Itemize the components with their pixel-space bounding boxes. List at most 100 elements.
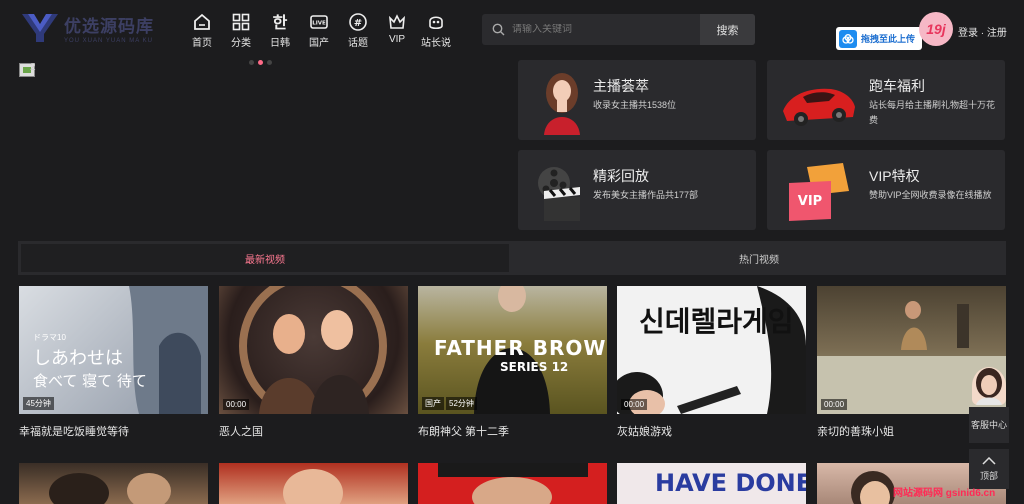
card-title: 主播荟萃 [593,78,649,94]
poster-text: SERIES 12 [500,360,569,374]
card-desc: 收录女主播共1538位 [593,100,677,110]
carousel-dots [249,60,276,65]
movie-poster-image [438,463,588,504]
duration-badge: 00:00 [821,399,848,410]
logo-icon [20,12,60,44]
logo-name: 优选源码库 [64,17,154,37]
home-icon [194,13,210,30]
video-thumbnail[interactable]: 신데렐라게임 00:00 [617,286,806,414]
card-title: VIP特权 [869,168,920,184]
video-title[interactable]: 幸福就是吃饭睡觉等待 [19,423,208,439]
card-desc: 发布美女主播作品共177部 [593,190,699,200]
svg-text:#: # [354,18,362,29]
nav-item-vip[interactable]: VIP [378,12,416,49]
sports-car-image [783,88,855,126]
card-title: 精彩回放 [593,168,649,184]
crown-icon [388,14,406,29]
carousel-dot[interactable] [267,60,272,65]
smile-face-icon [429,16,443,30]
category-grid-icon [232,13,250,31]
video-thumbnail[interactable] [19,463,208,504]
service-label: 客服中心 [969,407,1009,443]
site-logo[interactable]: 优选源码库 YOU XUAN YUAN MA KU [20,10,154,46]
poster-text: HAVE DONE [655,469,806,497]
carousel-dot-active[interactable] [258,60,263,65]
nav-item-topics[interactable]: # 话题 [339,12,377,49]
nav-item-webmaster[interactable]: 站长说 [417,12,455,49]
banner-carousel[interactable]: 2 [18,60,510,232]
customer-service[interactable]: 客服中心 [969,365,1009,443]
header: 优选源码库 YOU XUAN YUAN MA KU 首页 分类 한 日韩 LIV… [0,0,1024,58]
tab-popular[interactable]: 热门视频 [515,244,1003,272]
duration-badge: 00:00 [223,399,250,410]
vip-ticket-image: VIP [789,163,849,221]
nav-label: 站长说 [421,38,451,49]
avatar[interactable]: 19j [919,12,953,46]
search-icon [492,23,505,36]
video-card[interactable]: 신데렐라게임 00:00 灰姑娘游戏 [617,286,806,439]
search-bar: 搜索 [482,14,755,45]
nav-label: 话题 [348,38,368,49]
login-register-link[interactable]: 登录 · 注册 [958,24,1007,39]
video-thumbnail[interactable]: FATHER BROWN SERIES 12 国产 52分钟 [418,286,607,414]
video-card[interactable]: FATHER BROWN SERIES 12 国产 52分钟 布朗神父 第十二季 [418,286,607,439]
nav-label: VIP [388,34,406,45]
poster-text: しあわせは [33,348,123,369]
duration-badge: 45分钟 [23,397,54,410]
video-title[interactable]: 恶人之国 [219,423,408,439]
card-title: 跑车福利 [869,78,925,94]
movie-poster-image [49,473,171,504]
svg-text:LIVE: LIVE [312,21,326,27]
watermark: 网站源码网 gsinid6.cn [893,488,996,499]
upload-label: 拖拽至此上传 [861,34,916,44]
poster-text: ドラマ10 [33,333,66,342]
upload-button[interactable]: 拖拽至此上传 [836,27,922,50]
search-button[interactable]: 搜索 [700,14,755,45]
duration-badge: 52分钟 [446,397,477,410]
poster-text: FATHER BROWN [434,336,607,360]
feature-card-hosts[interactable]: 主播荟萃 收录女主播共1538位 [518,60,756,140]
korean-char-icon: 한 [273,13,288,32]
nav-item-category[interactable]: 分类 [222,12,260,49]
movie-poster-image [283,469,343,504]
hashtag-icon: # [349,13,367,31]
feature-card-supercar[interactable]: 跑车福利 站长每月给主播刷礼物超十万花费 [767,60,1005,140]
nav-item-home[interactable]: 首页 [183,12,221,49]
video-thumbnail[interactable] [418,463,607,504]
host-girl-image [544,73,580,135]
main-nav: 首页 分类 한 日韩 LIVE 国产 # 话题 VIP 站长说 [183,12,456,49]
service-agent-avatar [972,367,1006,405]
search-input[interactable] [512,24,692,35]
banner-image-alt: 2 [30,62,36,73]
feature-card-replay[interactable]: 精彩回放 发布美女主播作品共177部 [518,150,756,230]
nav-label: 日韩 [270,38,290,49]
feature-card-vip[interactable]: VIP VIP特权 赞助VIP全网收费录像在线播放 [767,150,1005,230]
nav-item-domestic[interactable]: LIVE 国产 [300,12,338,49]
duration-badge: 00:00 [621,399,648,410]
film-reel-clapper-image [538,167,580,221]
poster-text: 신데렐라게임 [639,305,794,338]
cloud-upload-icon [839,29,857,48]
video-title[interactable]: 布朗神父 第十二季 [418,423,607,439]
video-thumbnail[interactable]: 00:00 [219,286,408,414]
back-to-top-label: 顶部 [979,470,998,481]
nav-label: 分类 [231,38,251,49]
movie-poster-image [239,286,387,414]
video-title[interactable]: 灰姑娘游戏 [617,423,806,439]
region-badge: 国产 [422,397,444,410]
video-card[interactable]: ドラマ10 しあわせは 食べて 寝て 待て 45分钟 幸福就是吃饭睡觉等待 [19,286,208,439]
video-card[interactable]: 00:00 恶人之国 [219,286,408,439]
video-thumbnail[interactable]: HAVE DONE [617,463,806,504]
poster-text: 食べて 寝て 待て [33,372,147,390]
svg-text:VIP: VIP [798,194,822,209]
video-thumbnail[interactable]: ドラマ10 しあわせは 食べて 寝て 待て 45分钟 [19,286,208,414]
chevron-up-icon [982,456,996,465]
nav-item-jpkr[interactable]: 한 日韩 [261,12,299,49]
card-desc: 赞助VIP全网收费录像在线播放 [869,190,992,200]
video-tabs: 最新视频 热门视频 [18,241,1006,275]
tab-latest[interactable]: 最新视频 [21,244,509,272]
carousel-dot[interactable] [249,60,254,65]
svg-text:한: 한 [273,13,288,32]
back-to-top-button[interactable]: 顶部 [969,449,1009,489]
video-thumbnail[interactable] [219,463,408,504]
